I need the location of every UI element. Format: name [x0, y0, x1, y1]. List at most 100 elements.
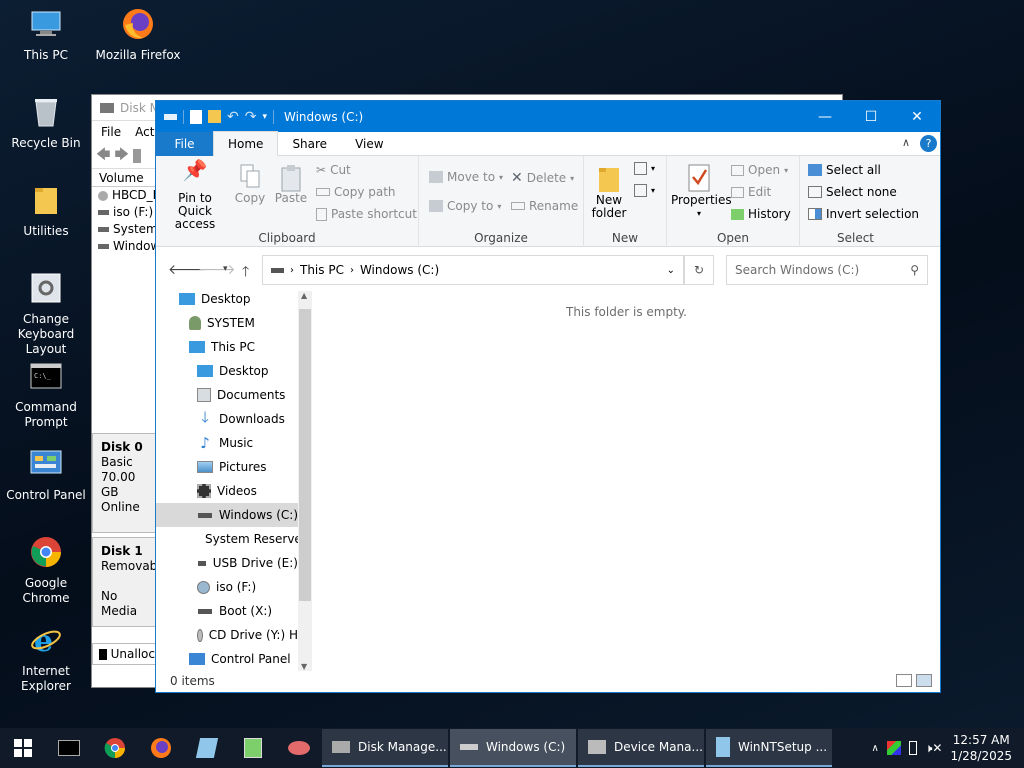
back-icon[interactable]: 🡄	[96, 144, 110, 168]
start-button[interactable]	[0, 728, 46, 768]
title-bar[interactable]: ↶ ↷ ▾ Windows (C:) — ☐ ✕	[156, 101, 940, 132]
address-dropdown-icon[interactable]: ⌄	[667, 265, 675, 276]
menu-item-file[interactable]: File	[101, 125, 121, 139]
breadcrumb-this-pc[interactable]: This PC	[300, 263, 344, 277]
address-bar[interactable]: › This PC › Windows (C:) ⌄	[262, 255, 684, 285]
nav-item-documents[interactable]: Documents	[156, 383, 298, 407]
nav-item-windows-c[interactable]: Windows (C:)	[156, 503, 298, 527]
properties-check-icon[interactable]	[190, 109, 202, 124]
search-box[interactable]: Search Windows (C:) ⚲	[726, 255, 928, 285]
paste-shortcut-button[interactable]: Paste shortcut	[316, 207, 417, 221]
desktop-icon-recycle-bin[interactable]: Recycle Bin	[0, 94, 92, 151]
delete-button[interactable]: ✕ Delete ▾	[511, 170, 574, 186]
large-icons-view-icon[interactable]	[916, 674, 932, 687]
minimize-button[interactable]: —	[802, 101, 848, 132]
navigation-pane[interactable]: Desktop SYSTEM This PC Desktop Documents…	[156, 291, 312, 671]
taskbar-firefox-icon[interactable]	[138, 728, 184, 768]
nav-item-this-pc[interactable]: This PC	[156, 335, 298, 359]
invert-selection-button[interactable]: Invert selection	[808, 207, 919, 221]
recent-locations-button[interactable]: ▾	[223, 264, 228, 274]
nav-item-boot-x[interactable]: Boot (X:)	[156, 599, 298, 623]
forward-button[interactable]: 🡒	[198, 261, 236, 278]
tab-share[interactable]: Share	[278, 132, 341, 156]
refresh-button[interactable]: ↻	[684, 255, 714, 285]
edit-button[interactable]: Edit	[731, 185, 771, 199]
copy-path-button[interactable]: Copy path	[316, 185, 396, 199]
tab-file[interactable]: File	[156, 131, 213, 156]
toolbar-icon[interactable]	[132, 148, 141, 163]
new-folder-button[interactable]: New folder	[590, 164, 628, 220]
pin-to-quick-access-button[interactable]: 📌 Pin to Quick access	[162, 160, 228, 231]
easy-access-button[interactable]: ▾	[634, 184, 655, 197]
taskbar-notepad-icon[interactable]	[184, 728, 230, 768]
up-button[interactable]: 🡑	[242, 261, 249, 285]
navigation-scrollbar[interactable]: ▲ ▼	[298, 291, 312, 671]
paste-button[interactable]: Paste	[272, 164, 310, 205]
open-button[interactable]: Open ▾	[731, 163, 788, 177]
properties-button[interactable]: Properties ▾	[671, 164, 732, 220]
nav-item-cd-drive-y[interactable]: CD Drive (Y:) H	[156, 623, 298, 647]
redo-icon[interactable]: ↷	[245, 109, 257, 125]
taskbar-command-prompt-icon[interactable]	[46, 728, 92, 768]
nav-item-desktop-root[interactable]: Desktop	[156, 291, 298, 311]
cut-button[interactable]: ✂ Cut	[316, 163, 351, 177]
clock[interactable]: 12:57 AM 1/28/2025	[950, 732, 1012, 764]
maximize-button[interactable]: ☐	[848, 101, 894, 132]
usb-eject-icon[interactable]	[908, 741, 917, 755]
nav-item-downloads[interactable]: 🡓 Downloads	[156, 407, 298, 431]
nav-item-iso-f[interactable]: iso (F:)	[156, 575, 298, 599]
select-all-button[interactable]: Select all	[808, 163, 881, 177]
rename-button[interactable]: Rename	[511, 199, 578, 213]
file-list-area[interactable]: This folder is empty.	[313, 291, 940, 671]
desktop-icon-google-chrome[interactable]: Google Chrome	[0, 534, 92, 606]
nav-item-desktop[interactable]: Desktop	[156, 359, 298, 383]
help-icon[interactable]: ?	[920, 135, 937, 152]
taskbar-button-winntsetup[interactable]: WinNTSetup ...	[706, 729, 832, 767]
desktop-icon-utilities[interactable]: Utilities	[0, 182, 92, 239]
nav-item-system-reserved[interactable]: System Reserve	[156, 527, 298, 551]
file-explorer-window[interactable]: ↶ ↷ ▾ Windows (C:) — ☐ ✕ File Home Share…	[155, 100, 941, 693]
disk-0-label-pane[interactable]: Disk 0 Basic 70.00 GB Online	[92, 433, 156, 533]
close-button[interactable]: ✕	[894, 101, 940, 132]
scrollbar-thumb[interactable]	[299, 309, 311, 601]
show-hidden-icons-icon[interactable]: ∧	[872, 743, 879, 754]
new-folder-icon[interactable]	[208, 110, 221, 123]
move-to-button[interactable]: Move to ▾	[429, 170, 503, 184]
desktop-icon-internet-explorer[interactable]: e Internet Explorer	[0, 622, 92, 694]
taskbar-partition-tool-icon[interactable]	[276, 728, 322, 768]
collapse-ribbon-icon[interactable]: ∧	[902, 136, 910, 149]
taskbar-button-disk-management[interactable]: Disk Manage...	[322, 729, 448, 767]
nav-item-usb-drive-e[interactable]: USB Drive (E:)	[156, 551, 298, 575]
tab-home[interactable]: Home	[213, 131, 279, 156]
customize-toolbar-icon[interactable]: ▾	[262, 112, 267, 122]
desktop-icon-this-pc[interactable]: This PC	[0, 6, 92, 63]
details-view-icon[interactable]	[896, 674, 912, 687]
copy-button[interactable]: Copy	[232, 164, 268, 205]
nav-item-system-user[interactable]: SYSTEM	[156, 311, 298, 335]
nav-item-pictures[interactable]: Pictures	[156, 455, 298, 479]
desktop-icon-change-keyboard-layout[interactable]: Change Keyboard Layout	[0, 270, 92, 357]
forward-icon[interactable]: 🡆	[114, 144, 128, 168]
tab-view[interactable]: View	[341, 132, 397, 156]
nav-item-music[interactable]: ♪ Music	[156, 431, 298, 455]
desktop-icon-control-panel[interactable]: Control Panel	[0, 446, 92, 503]
select-none-button[interactable]: Select none	[808, 185, 897, 199]
nav-item-videos[interactable]: Videos	[156, 479, 298, 503]
history-button[interactable]: History	[731, 207, 791, 221]
nav-item-control-panel[interactable]: Control Panel	[156, 647, 298, 671]
taskbar-chrome-icon[interactable]	[92, 728, 138, 768]
scroll-up-icon[interactable]: ▲	[301, 291, 307, 300]
desktop-icon-firefox[interactable]: Mozilla Firefox	[92, 6, 184, 63]
copy-to-button[interactable]: Copy to ▾	[429, 199, 501, 213]
color-settings-icon[interactable]	[886, 741, 901, 755]
search-input[interactable]: Search Windows (C:)	[735, 263, 859, 277]
taskbar-button-device-manager[interactable]: Device Mana...	[578, 729, 704, 767]
taskbar-registry-icon[interactable]	[230, 728, 276, 768]
desktop-icon-command-prompt[interactable]: C:\_ Command Prompt	[0, 358, 92, 430]
volume-muted-icon[interactable]: 🕨✕	[925, 741, 943, 756]
disk-1-label-pane[interactable]: Disk 1 Removabl No Media	[92, 537, 161, 627]
new-item-button[interactable]: ▾	[634, 162, 655, 175]
breadcrumb-windows-c[interactable]: Windows (C:)	[360, 263, 439, 277]
taskbar-button-windows-c[interactable]: Windows (C:)	[450, 729, 576, 767]
undo-icon[interactable]: ↶	[227, 109, 239, 125]
